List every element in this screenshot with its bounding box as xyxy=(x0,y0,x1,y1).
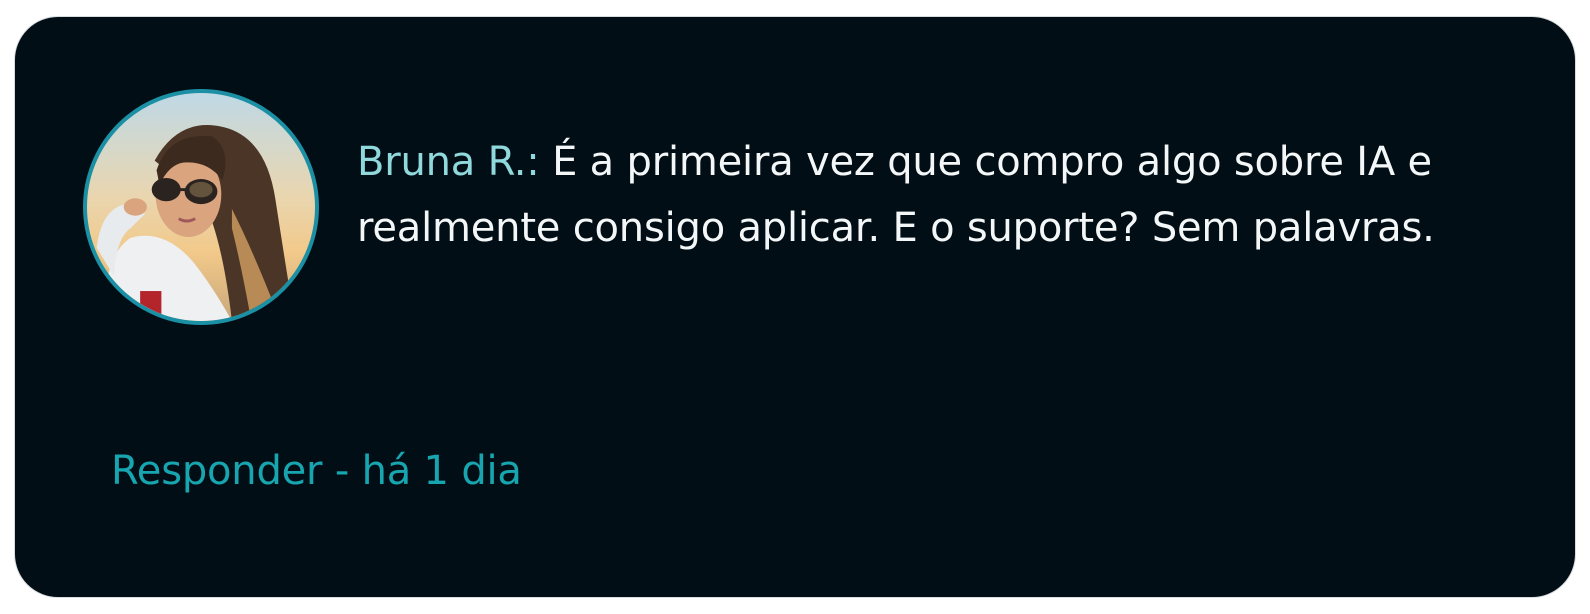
avatar xyxy=(83,89,319,325)
reply-link[interactable]: Responder xyxy=(111,448,323,494)
comment-footer: Responder - há 1 dia xyxy=(111,443,522,499)
comment-text: Bruna R.: É a primeira vez que compro al… xyxy=(357,129,1537,261)
testimonial-card: Bruna R.: É a primeira vez que compro al… xyxy=(14,16,1576,598)
comment-timestamp: há 1 dia xyxy=(361,448,522,494)
footer-separator: - xyxy=(322,448,362,494)
avatar-photo xyxy=(96,125,295,321)
comment-author: Bruna R.: xyxy=(357,139,540,185)
